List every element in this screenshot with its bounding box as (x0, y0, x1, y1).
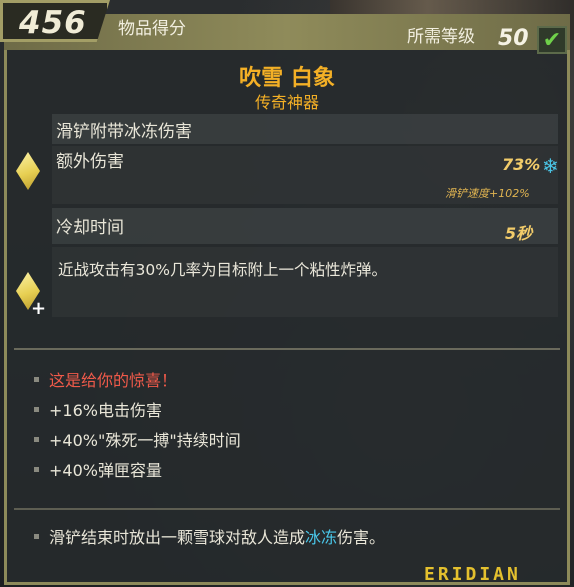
effect-text: 近战攻击有30%几率为目标附上一个粘性炸弹。 (58, 261, 387, 279)
bullet-icon (34, 436, 39, 442)
cooldown-row (52, 208, 558, 244)
manufacturer-logo: ERIDIAN (424, 564, 521, 585)
cryo-icon: ❄ (542, 154, 559, 178)
cooldown-label: 冷却时间 (56, 218, 124, 238)
perk-text: +16%电击伤害 (49, 401, 162, 420)
checkmark-icon: ✔ (537, 26, 567, 54)
bullet-icon (34, 376, 39, 382)
anointment-text: 滑铲附带冰冻伤害 (56, 122, 192, 142)
perk-text: 这是给你的惊喜！ (49, 371, 178, 390)
perk-text: +40%弹匣容量 (49, 461, 162, 480)
perk-item: +40%弹匣容量 (34, 457, 162, 481)
item-name: 吹雪 白象 (239, 66, 335, 91)
required-level-value: 50 (498, 26, 529, 51)
bullet-icon (34, 533, 39, 539)
description-part1: 滑铲结束时放出一颗雪球对敌人造成 (49, 528, 306, 547)
score-box: 456 (0, 0, 110, 42)
item-rarity: 传奇神器 (254, 93, 319, 112)
bonus-damage-label: 额外伤害 (56, 152, 124, 172)
required-level-label: 所需等级 (407, 27, 475, 47)
perk-item: +16%电击伤害 (34, 397, 162, 421)
perk-item: +40%"殊死一搏"持续时间 (34, 427, 241, 451)
description-part2: 伤害。 (337, 528, 386, 547)
perk-item: 这是给你的惊喜！ (34, 367, 177, 391)
bullet-icon (34, 406, 39, 412)
bullet-icon (34, 466, 39, 472)
item-score: 456 (19, 5, 87, 41)
perk-text: +40%"殊死一搏"持续时间 (49, 431, 241, 450)
plus-icon: + (31, 298, 47, 319)
bonus-damage-value: 73% (502, 155, 541, 174)
cooldown-value: 5秒 (505, 224, 533, 243)
cryo-keyword: 冰冻 (305, 528, 338, 547)
slide-speed-text: 滑铲速度+102% (445, 187, 530, 200)
score-label: 物品得分 (118, 19, 186, 39)
red-text-description: 滑铲结束时放出一颗雪球对敌人造成 冰冻 伤害。 (34, 524, 385, 548)
divider-bottom (14, 508, 560, 510)
divider (14, 348, 560, 350)
